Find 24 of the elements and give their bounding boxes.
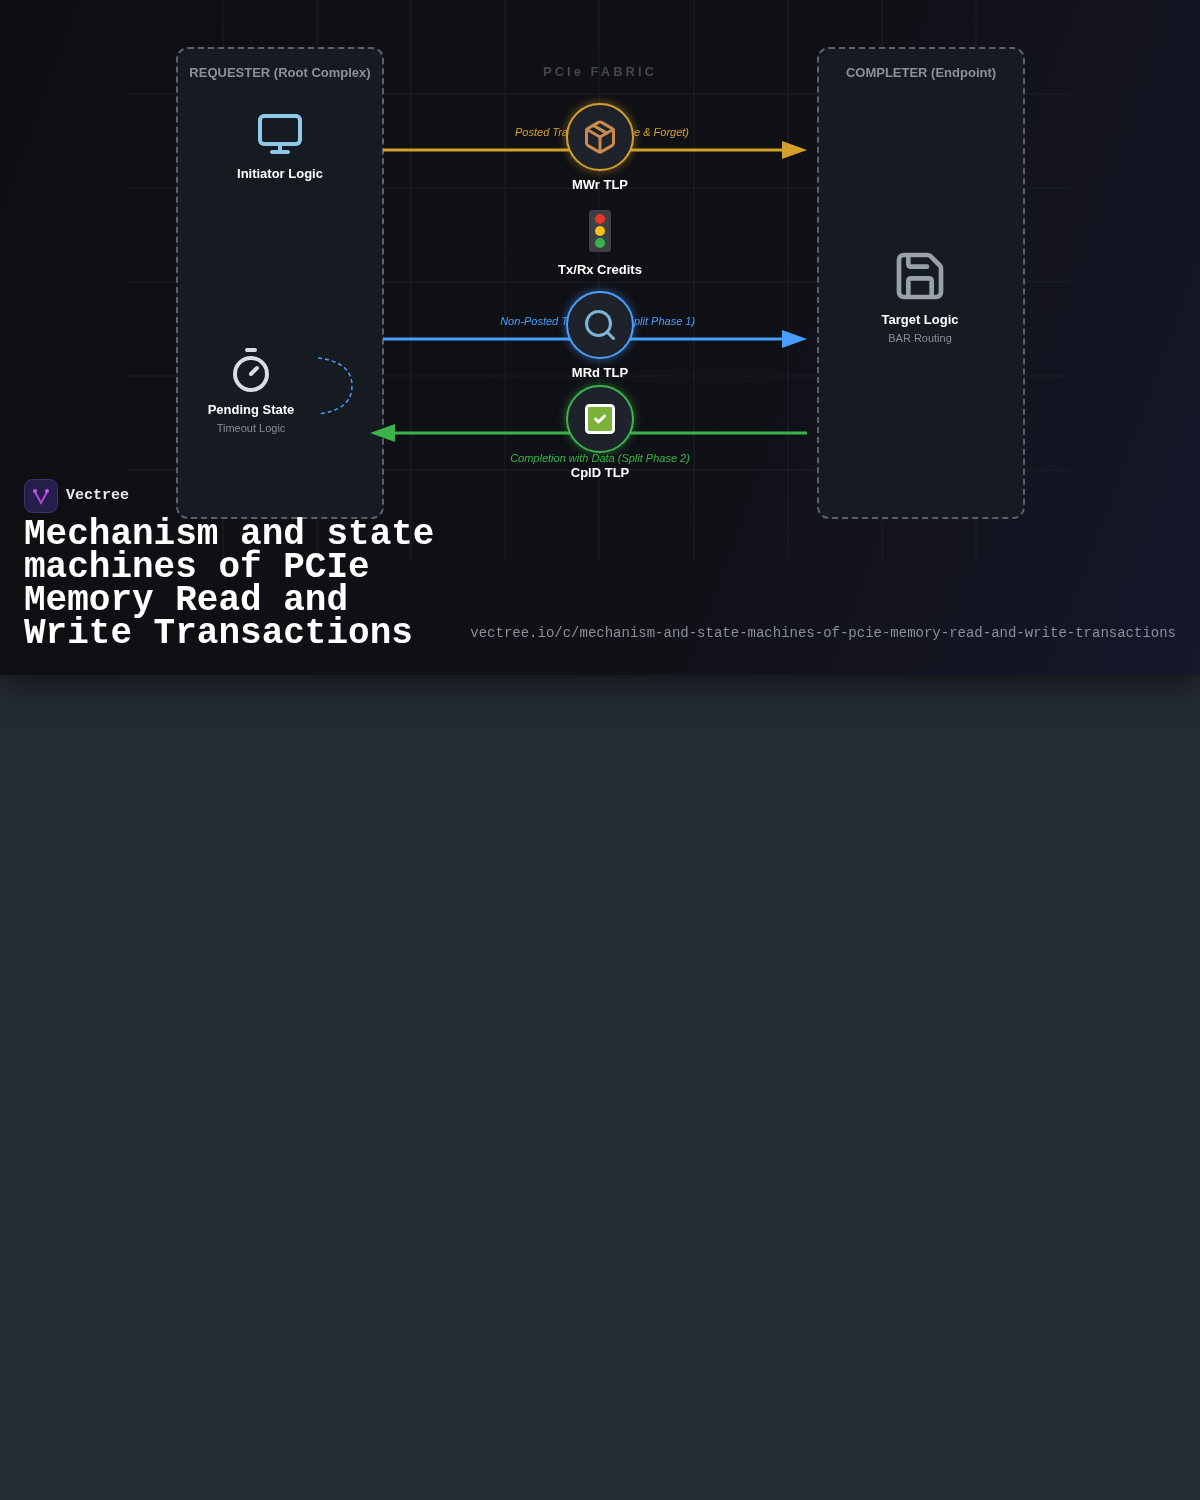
check-icon <box>582 401 618 437</box>
packet-label: CplD TLP <box>569 464 631 482</box>
arrow-caption: Completion with Data (Split Phase 2) <box>509 451 691 466</box>
node-label: Target Logic <box>881 311 959 329</box>
lane-title: REQUESTER (Root Complex) <box>188 64 372 82</box>
arrow-caption: e & Forget) <box>634 125 690 140</box>
lane-title: PCIe FABRIC <box>542 63 658 81</box>
node-sublabel: BAR Routing <box>888 330 952 346</box>
brand-name: Vectree <box>66 485 129 506</box>
page-url: vectree.io/c/mechanism-and-state-machines-of-pcie-memory-read-and-write-transactions <box>470 624 1176 643</box>
packet-label: MRd TLP <box>570 364 630 382</box>
lane-title: COMPLETER (Endpoint) <box>844 64 998 82</box>
arrow-caption: plit Phase 1) <box>634 314 696 329</box>
node-sublabel: Timeout Logic <box>216 420 286 436</box>
logo-icon <box>24 479 58 513</box>
traffic-light-icon <box>589 210 611 252</box>
node-label: Pending State <box>207 401 295 419</box>
page-title: Mechanism and state machines of PCIe Memory Read and Write Transactions <box>24 518 436 650</box>
credits-label: Tx/Rx Credits <box>558 261 642 279</box>
dashed-loop <box>316 356 356 416</box>
search-icon <box>582 307 618 343</box>
packet-label: MWr TLP <box>570 176 630 194</box>
node-label: Initiator Logic <box>237 165 323 183</box>
package-icon <box>582 119 618 155</box>
